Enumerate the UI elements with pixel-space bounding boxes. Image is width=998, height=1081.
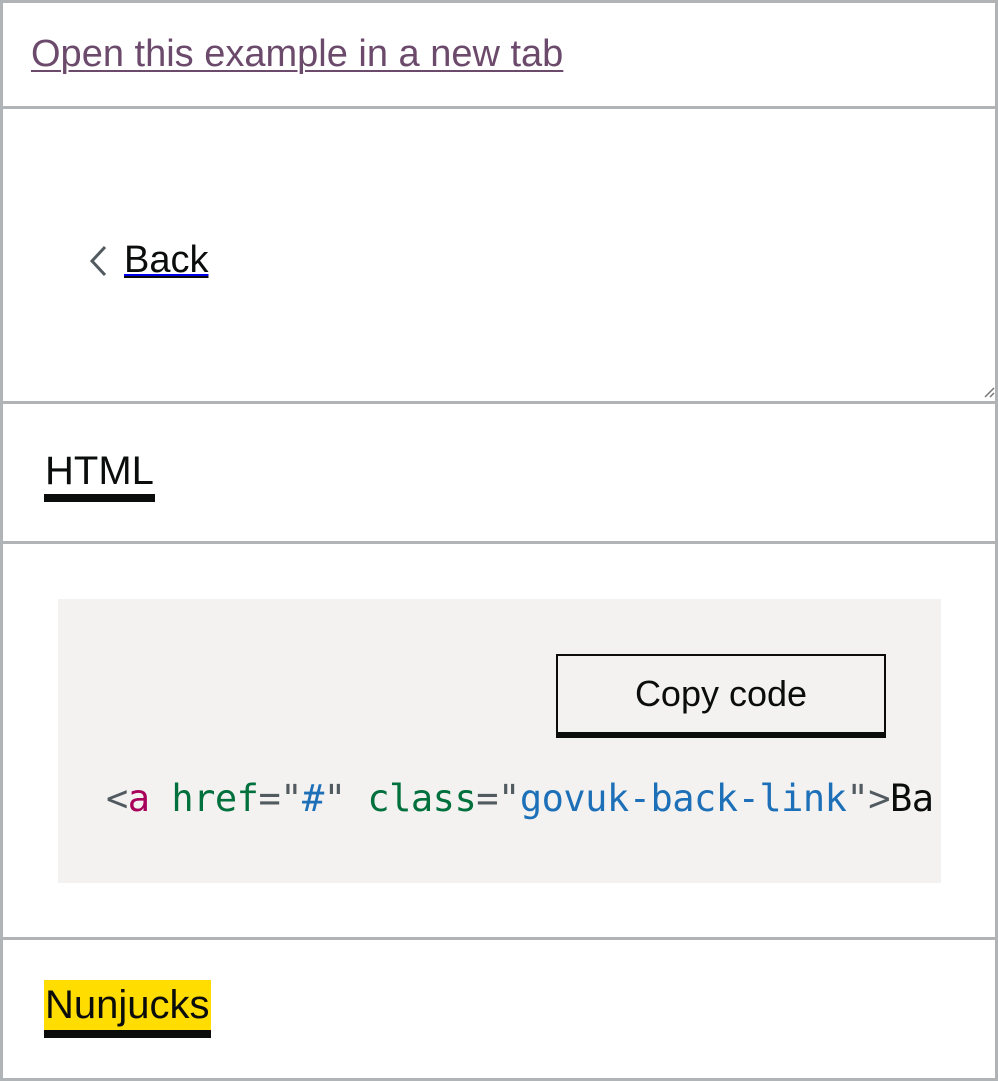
tab-html-row: HTML — [0, 404, 998, 544]
code-token: < — [106, 777, 128, 820]
code-line: <a href="#" class="govuk-back-link">Back… — [106, 777, 932, 820]
code-block: Copy code <a href="#" class="govuk-back-… — [58, 599, 941, 883]
code-token-tag: a — [127, 777, 150, 820]
chevron-left-icon — [89, 245, 107, 276]
code-token: " — [280, 777, 303, 820]
code-token: " — [323, 777, 346, 820]
code-token-attr: class — [367, 777, 477, 820]
code-token-value: govuk-back-link — [519, 777, 847, 820]
code-token: = — [258, 777, 281, 820]
back-link-label: Back — [124, 239, 209, 281]
code-token: > — [868, 777, 891, 820]
code-panel: Copy code <a href="#" class="govuk-back-… — [0, 544, 998, 940]
tab-nunjucks-row: Nunjucks — [0, 940, 998, 1081]
code-token-value: # — [302, 777, 324, 820]
back-link[interactable]: Back — [86, 239, 208, 282]
tab-nunjucks[interactable]: Nunjucks — [44, 980, 211, 1038]
code-token: " — [846, 777, 869, 820]
open-in-new-tab-link[interactable]: Open this example in a new tab — [31, 33, 563, 76]
code-token-text: Back</a> — [890, 777, 932, 820]
tab-html[interactable]: HTML — [44, 448, 155, 502]
open-example-bar: Open this example in a new tab — [0, 0, 998, 109]
code-token-attr: href — [171, 777, 259, 820]
example-preview: Back — [0, 109, 998, 404]
copy-code-button[interactable]: Copy code — [556, 654, 886, 734]
code-token: " — [498, 777, 520, 820]
resize-handle-icon[interactable] — [981, 384, 995, 398]
code-token: = — [476, 777, 499, 820]
